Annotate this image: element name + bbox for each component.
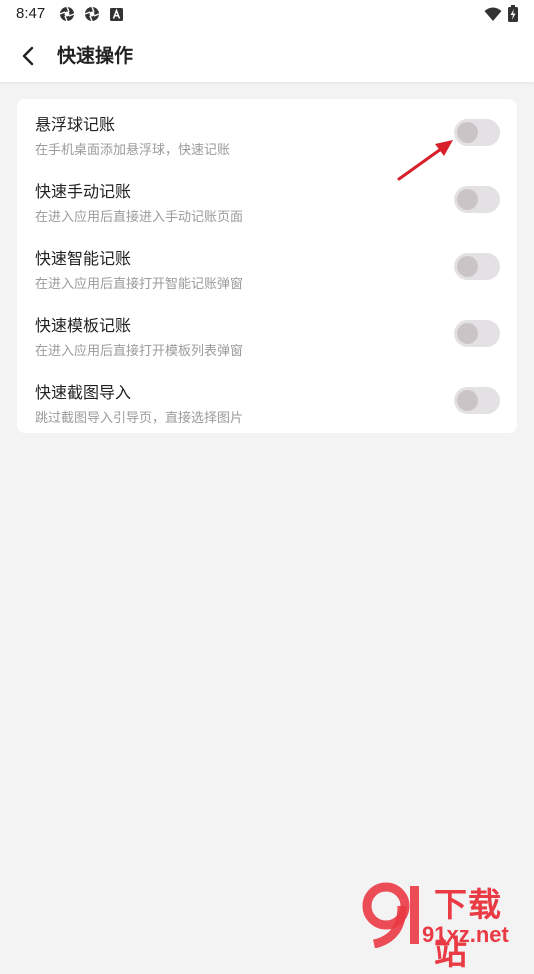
template-record-toggle[interactable] xyxy=(454,320,500,347)
setting-title: 快速截图导入 xyxy=(35,383,132,402)
watermark-domain: 91xz.net xyxy=(422,922,509,947)
floating-ball-toggle[interactable] xyxy=(454,119,500,146)
setting-row-screenshot: 快速截图导入 跳过截图导入引导页，直接选择图片 xyxy=(17,367,517,433)
setting-subtitle: 跳过截图导入引导页，直接选择图片 xyxy=(35,411,244,426)
aperture-icon xyxy=(84,6,100,22)
setting-subtitle: 在手机桌面添加悬浮球，快速记账 xyxy=(35,143,231,158)
setting-subtitle: 在进入应用后直接进入手动记账页面 xyxy=(35,210,244,225)
toggle-knob xyxy=(457,390,478,411)
app-header: 快速操作 xyxy=(0,30,534,82)
setting-title: 快速智能记账 xyxy=(35,249,132,268)
setting-row-smart: 快速智能记账 在进入应用后直接打开智能记账弹窗 xyxy=(17,233,517,299)
manual-record-toggle[interactable] xyxy=(454,186,500,213)
red-arrow-icon xyxy=(397,140,453,181)
battery-charging-icon xyxy=(508,5,518,22)
a-square-icon xyxy=(110,8,123,21)
toggle-knob xyxy=(457,122,478,143)
smart-record-toggle[interactable] xyxy=(454,253,500,280)
status-time: 8:47 xyxy=(16,5,46,22)
setting-subtitle: 在进入应用后直接打开模板列表弹窗 xyxy=(35,344,244,359)
aperture-icon xyxy=(59,6,75,22)
toggle-knob xyxy=(457,256,478,277)
setting-title: 快速手动记账 xyxy=(35,182,132,201)
wifi-icon xyxy=(484,7,502,21)
toggle-knob xyxy=(457,323,478,344)
back-button[interactable] xyxy=(16,40,44,72)
setting-subtitle: 在进入应用后直接打开智能记账弹窗 xyxy=(35,277,244,292)
watermark-logo-icon xyxy=(362,882,419,948)
setting-row-template: 快速模板记账 在进入应用后直接打开模板列表弹窗 xyxy=(17,300,517,366)
watermark: 下载站 91xz.net xyxy=(362,878,534,972)
setting-title: 快速模板记账 xyxy=(35,316,132,335)
chevron-left-icon xyxy=(22,46,34,66)
toggle-knob xyxy=(457,189,478,210)
page-title: 快速操作 xyxy=(57,45,134,67)
status-bar: 8:47 xyxy=(0,0,534,30)
screenshot-import-toggle[interactable] xyxy=(454,387,500,414)
setting-title: 悬浮球记账 xyxy=(35,115,116,134)
